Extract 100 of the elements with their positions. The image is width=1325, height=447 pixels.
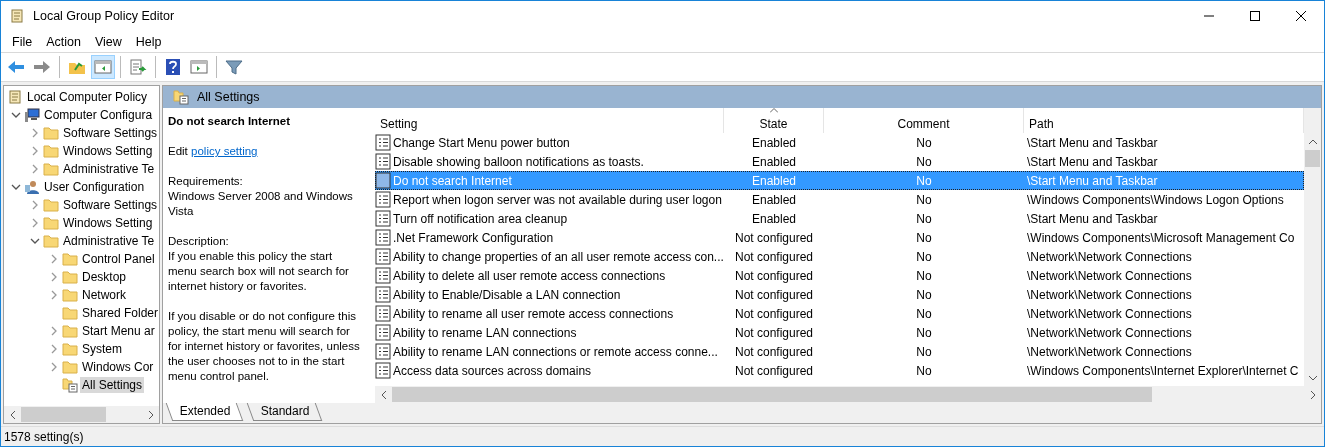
- view-tab[interactable]: Standard: [246, 403, 322, 421]
- table-row[interactable]: Ability to Enable/Disable a LAN connection Not configured No \Network\Network Connections: [375, 285, 1304, 304]
- folder-icon: [43, 197, 59, 213]
- action-pane-icon[interactable]: [190, 59, 208, 75]
- menu-item[interactable]: Action: [39, 34, 88, 49]
- tree-item[interactable]: Administrative Te: [61, 161, 157, 177]
- chevron-down-icon[interactable]: [11, 112, 21, 118]
- scrollbar-thumb[interactable]: [1305, 150, 1320, 167]
- table-row[interactable]: Ability to change properties of an all user remote access con... Not configured No \Network\Network Connections: [375, 247, 1304, 266]
- setting-name: Ability to rename LAN connections or remote access conne...: [393, 344, 718, 359]
- table-row[interactable]: Ability to rename all user remote access connections Not configured No \Network\Network Connections: [375, 304, 1304, 323]
- setting-name: Ability to rename all user remote access connections: [393, 306, 674, 321]
- policy-icon: [375, 362, 391, 379]
- help-icon[interactable]: [165, 58, 181, 76]
- path-cell-text: \Windows Components\Microsoft Management Co: [1026, 230, 1296, 245]
- policy-icon: [375, 191, 391, 208]
- folder-icon: [43, 143, 59, 159]
- tree-item[interactable]: Start Menu ar: [80, 323, 157, 339]
- path-cell-text: \Network\Network Connections: [1026, 344, 1193, 359]
- state-cell-text: Enabled: [750, 135, 797, 150]
- scroll-right-icon[interactable]: [147, 409, 154, 420]
- policy-icon: [375, 324, 391, 341]
- tree-item[interactable]: Software Settings: [61, 125, 159, 141]
- state-cell-text: Not configured: [733, 287, 814, 302]
- table-row[interactable]: Ability to rename LAN connections or remote access conne... Not configured No \Network\Network Connections: [375, 342, 1304, 361]
- column-header[interactable]: Setting: [375, 108, 724, 133]
- requirements-label: Requirements:: [168, 174, 244, 189]
- table-row[interactable]: Turn off notification area cleanup Enabled No \Start Menu and Taskbar: [375, 209, 1304, 228]
- path-cell-text: \Start Menu and Taskbar: [1026, 154, 1159, 169]
- column-header[interactable]: Comment: [824, 108, 1024, 133]
- description-text: If you enable this policy the start menu search box will not search for internet history or favorites.: [168, 249, 350, 294]
- policy-icon: [375, 343, 391, 360]
- tree-pane-icon[interactable]: [94, 59, 112, 75]
- user-icon: [24, 179, 40, 195]
- state-cell-text: Enabled: [750, 192, 797, 207]
- scroll-down-icon[interactable]: [1307, 374, 1318, 381]
- path-cell-text: \Windows Components\Internet Explorer\Internet C: [1026, 363, 1300, 378]
- comment-cell-text: No: [915, 173, 933, 188]
- menu-item[interactable]: View: [87, 34, 129, 49]
- close-icon: [1296, 11, 1306, 21]
- tree-item[interactable]: Network: [80, 287, 128, 303]
- table-row[interactable]: .Net Framework Configuration Not configured No \Windows Components\Microsoft Management Co: [375, 228, 1304, 247]
- scroll-right-icon[interactable]: [1309, 389, 1316, 400]
- chevron-down-icon[interactable]: [11, 184, 21, 190]
- path-cell-text: \Start Menu and Taskbar: [1026, 173, 1159, 188]
- folder-icon: [62, 323, 78, 339]
- tree-item[interactable]: Shared Folder: [80, 305, 159, 321]
- horizontal-scrollbar[interactable]: [4, 406, 159, 423]
- tree-item[interactable]: Windows Cor: [80, 359, 156, 375]
- table-row[interactable]: Disable showing balloon notifications as toasts. Enabled No \Start Menu and Taskbar: [375, 152, 1304, 171]
- table-row[interactable]: Report when logon server was not available during user logon Enabled No \Windows Components\Windows Logon Options: [375, 190, 1304, 209]
- comment-cell-text: No: [915, 154, 933, 169]
- tree-item[interactable]: User Configuration: [42, 179, 147, 195]
- scroll-left-icon[interactable]: [9, 409, 16, 420]
- tree-item[interactable]: System: [80, 341, 124, 357]
- policy-icon: [375, 172, 391, 189]
- table-row[interactable]: Access data sources across domains Not configured No \Windows Components\Internet Explorer\Internet C: [375, 361, 1304, 380]
- scroll-left-icon[interactable]: [380, 389, 387, 400]
- tree-item[interactable]: Windows Setting: [61, 215, 155, 231]
- tree-item[interactable]: Local Computer Policy: [25, 89, 150, 105]
- tree-item[interactable]: Desktop: [80, 269, 129, 285]
- table-row[interactable]: Change Start Menu power button Enabled No \Start Menu and Taskbar: [375, 133, 1304, 152]
- folder-icon: [43, 161, 59, 177]
- comment-cell-text: No: [915, 192, 933, 207]
- folder-icon: [43, 125, 59, 141]
- policy-icon: [375, 153, 391, 170]
- menu-item[interactable]: File: [5, 34, 40, 49]
- folder-icon: [43, 233, 59, 249]
- state-cell-text: Not configured: [733, 268, 814, 283]
- tree-item[interactable]: Computer Configura: [42, 107, 155, 123]
- column-header[interactable]: State: [724, 108, 824, 133]
- tree-item[interactable]: Control Panel: [80, 251, 157, 267]
- horizontal-scrollbar[interactable]: [375, 386, 1321, 403]
- settings-folder-icon: [173, 89, 189, 105]
- chevron-down-icon[interactable]: [30, 238, 40, 244]
- filter-icon[interactable]: [225, 59, 243, 75]
- comment-cell-text: No: [915, 268, 933, 283]
- vertical-scrollbar[interactable]: [1304, 108, 1321, 386]
- setting-name: Turn off notification area cleanup: [393, 211, 568, 226]
- setting-name: .Net Framework Configuration: [393, 230, 554, 245]
- scroll-up-icon[interactable]: [1307, 138, 1318, 145]
- menu-item[interactable]: Help: [128, 34, 169, 49]
- table-row[interactable]: Ability to rename LAN connections Not configured No \Network\Network Connections: [375, 323, 1304, 342]
- table-row[interactable]: Ability to delete all user remote access connections Not configured No \Network\Network Connections: [375, 266, 1304, 285]
- tree-item[interactable]: Software Settings: [61, 197, 159, 213]
- status-text: 1578 setting(s): [4, 429, 84, 444]
- state-cell-text: Not configured: [733, 249, 814, 264]
- settings-folder-icon: [62, 377, 78, 393]
- tree-item[interactable]: All Settings: [80, 377, 145, 393]
- policy-icon: [375, 248, 391, 265]
- export-list-icon[interactable]: [129, 59, 147, 75]
- path-cell-text: \Network\Network Connections: [1026, 287, 1193, 302]
- tree-item[interactable]: Administrative Te: [61, 233, 157, 249]
- comment-cell-text: No: [915, 211, 933, 226]
- view-tab[interactable]: Extended: [165, 403, 243, 421]
- back-arrow-icon[interactable]: [7, 60, 25, 74]
- description-label: Description:: [168, 234, 230, 249]
- policy-setting-link[interactable]: policy setting: [191, 145, 258, 157]
- tree-item[interactable]: Windows Setting: [61, 143, 155, 159]
- window-title: Local Group Policy Editor: [33, 9, 176, 23]
